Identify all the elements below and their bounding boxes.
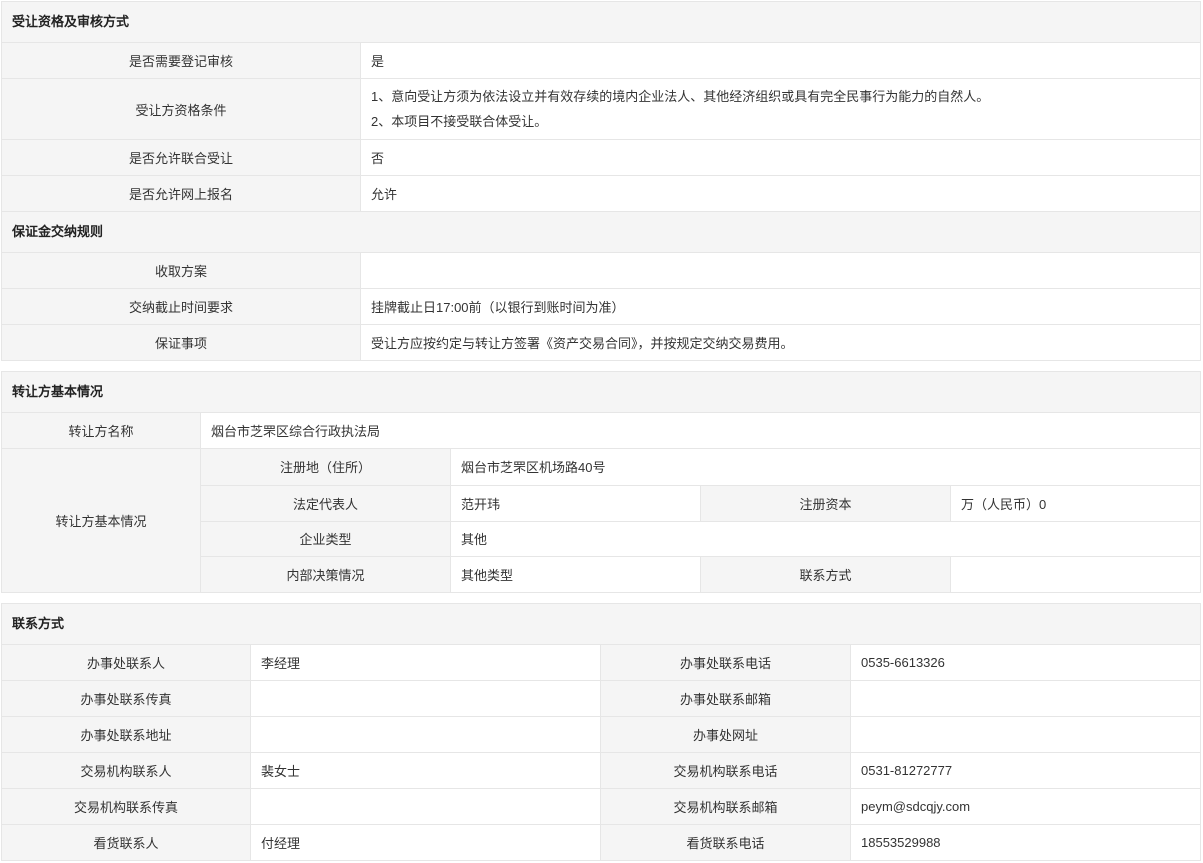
field-label: 是否需要登记审核	[2, 43, 361, 78]
field-value: 否	[361, 140, 1200, 175]
field-label: 企业类型	[201, 521, 451, 557]
field-value	[251, 717, 601, 752]
section-title: 保证金交纳规则	[2, 211, 1200, 252]
field-value: 付经理	[251, 825, 601, 860]
field-value: 其他类型	[451, 557, 701, 592]
table-row: 办事处联系人 李经理 办事处联系电话 0535-6613326	[2, 644, 1200, 680]
field-label: 办事处网址	[601, 717, 851, 752]
field-value: 李经理	[251, 645, 601, 680]
field-value: 18553529988	[851, 825, 1200, 860]
field-label: 看货联系电话	[601, 825, 851, 860]
field-label: 注册资本	[701, 485, 951, 521]
field-value: 其他	[451, 521, 1200, 557]
qualification-section: 受让资格及审核方式 是否需要登记审核 是 受让方资格条件 1、意向受让方须为依法…	[1, 1, 1201, 361]
field-label: 交纳截止时间要求	[2, 289, 361, 324]
table-row: 办事处联系地址 办事处网址	[2, 716, 1200, 752]
field-label: 交易机构联系人	[2, 753, 251, 788]
section-title: 转让方基本情况	[2, 372, 1200, 412]
field-label: 办事处联系邮箱	[601, 681, 851, 716]
table-row: 是否允许联合受让 否	[2, 139, 1200, 175]
field-label: 交易机构联系传真	[2, 789, 251, 824]
field-value: 裴女士	[251, 753, 601, 788]
field-label: 法定代表人	[201, 485, 451, 521]
table-row: 注册地（住所） 烟台市芝罘区机场路40号	[201, 449, 1200, 485]
table-row: 交易机构联系人 裴女士 交易机构联系电话 0531-81272777	[2, 752, 1200, 788]
table-row: 转让方名称 烟台市芝罘区综合行政执法局	[2, 412, 1200, 448]
field-value: 受让方应按约定与转让方签署《资产交易合同》，并按规定交纳交易费用。	[361, 325, 1200, 360]
table-row: 交纳截止时间要求 挂牌截止日17:00前（以银行到账时间为准）	[2, 288, 1200, 324]
field-value	[361, 253, 1200, 288]
basic-info-table: 注册地（住所） 烟台市芝罘区机场路40号 法定代表人 范开玮 注册资本 万（人民…	[201, 449, 1200, 592]
table-row: 企业类型 其他	[201, 520, 1200, 557]
field-label: 看货联系人	[2, 825, 251, 860]
transferor-section: 转让方基本情况 转让方名称 烟台市芝罘区综合行政执法局 转让方基本情况 注册地（…	[1, 371, 1201, 593]
table-row: 法定代表人 范开玮 注册资本 万（人民币）0	[201, 484, 1200, 521]
field-value: 0535-6613326	[851, 645, 1200, 680]
table-row: 受让方资格条件 1、意向受让方须为依法设立并有效存续的境内企业法人、其他经济组织…	[2, 78, 1200, 139]
field-label: 是否允许联合受让	[2, 140, 361, 175]
field-label: 交易机构联系电话	[601, 753, 851, 788]
field-label: 转让方名称	[2, 413, 201, 448]
field-value: 允许	[361, 176, 1200, 211]
condition-line: 1、意向受让方须为依法设立并有效存续的境内企业法人、其他经济组织或具有完全民事行…	[371, 89, 990, 104]
field-value	[851, 681, 1200, 716]
field-label: 办事处联系传真	[2, 681, 251, 716]
field-label: 受让方资格条件	[2, 79, 361, 139]
field-value: 万（人民币）0	[951, 485, 1200, 521]
field-value	[951, 557, 1200, 592]
table-row: 收取方案	[2, 252, 1200, 288]
field-label: 保证事项	[2, 325, 361, 360]
field-label: 是否允许网上报名	[2, 176, 361, 211]
field-label: 办事处联系电话	[601, 645, 851, 680]
field-value	[251, 681, 601, 716]
table-row: 办事处联系传真 办事处联系邮箱	[2, 680, 1200, 716]
field-label: 收取方案	[2, 253, 361, 288]
field-value: 挂牌截止日17:00前（以银行到账时间为准）	[361, 289, 1200, 324]
field-label: 转让方基本情况	[2, 449, 201, 592]
table-row: 看货联系人 付经理 看货联系电话 18553529988	[2, 824, 1200, 860]
table-row: 是否需要登记审核 是	[2, 42, 1200, 78]
field-label: 交易机构联系邮箱	[601, 789, 851, 824]
field-label: 注册地（住所）	[201, 449, 451, 485]
field-value: 0531-81272777	[851, 753, 1200, 788]
field-value: 范开玮	[451, 485, 701, 521]
field-value: 1、意向受让方须为依法设立并有效存续的境内企业法人、其他经济组织或具有完全民事行…	[361, 79, 1200, 139]
field-label: 办事处联系人	[2, 645, 251, 680]
condition-line: 2、本项目不接受联合体受让。	[371, 114, 548, 129]
field-label: 内部决策情况	[201, 557, 451, 592]
field-value	[851, 717, 1200, 752]
field-value: peym@sdcqjy.com	[851, 789, 1200, 824]
field-value: 是	[361, 43, 1200, 78]
section-title: 受让资格及审核方式	[2, 2, 1200, 42]
table-row: 内部决策情况 其他类型 联系方式	[201, 556, 1200, 592]
field-value: 烟台市芝罘区综合行政执法局	[201, 413, 1200, 448]
field-label: 联系方式	[701, 557, 951, 592]
field-value	[251, 789, 601, 824]
table-row: 转让方基本情况 注册地（住所） 烟台市芝罘区机场路40号 法定代表人 范开玮 注…	[2, 448, 1200, 592]
field-label: 办事处联系地址	[2, 717, 251, 752]
contact-section: 联系方式 办事处联系人 李经理 办事处联系电话 0535-6613326 办事处…	[1, 603, 1201, 861]
field-value: 烟台市芝罘区机场路40号	[451, 449, 1200, 485]
table-row: 保证事项 受让方应按约定与转让方签署《资产交易合同》，并按规定交纳交易费用。	[2, 324, 1200, 360]
section-title: 联系方式	[2, 604, 1200, 644]
table-row: 是否允许网上报名 允许	[2, 175, 1200, 211]
table-row: 交易机构联系传真 交易机构联系邮箱 peym@sdcqjy.com	[2, 788, 1200, 824]
